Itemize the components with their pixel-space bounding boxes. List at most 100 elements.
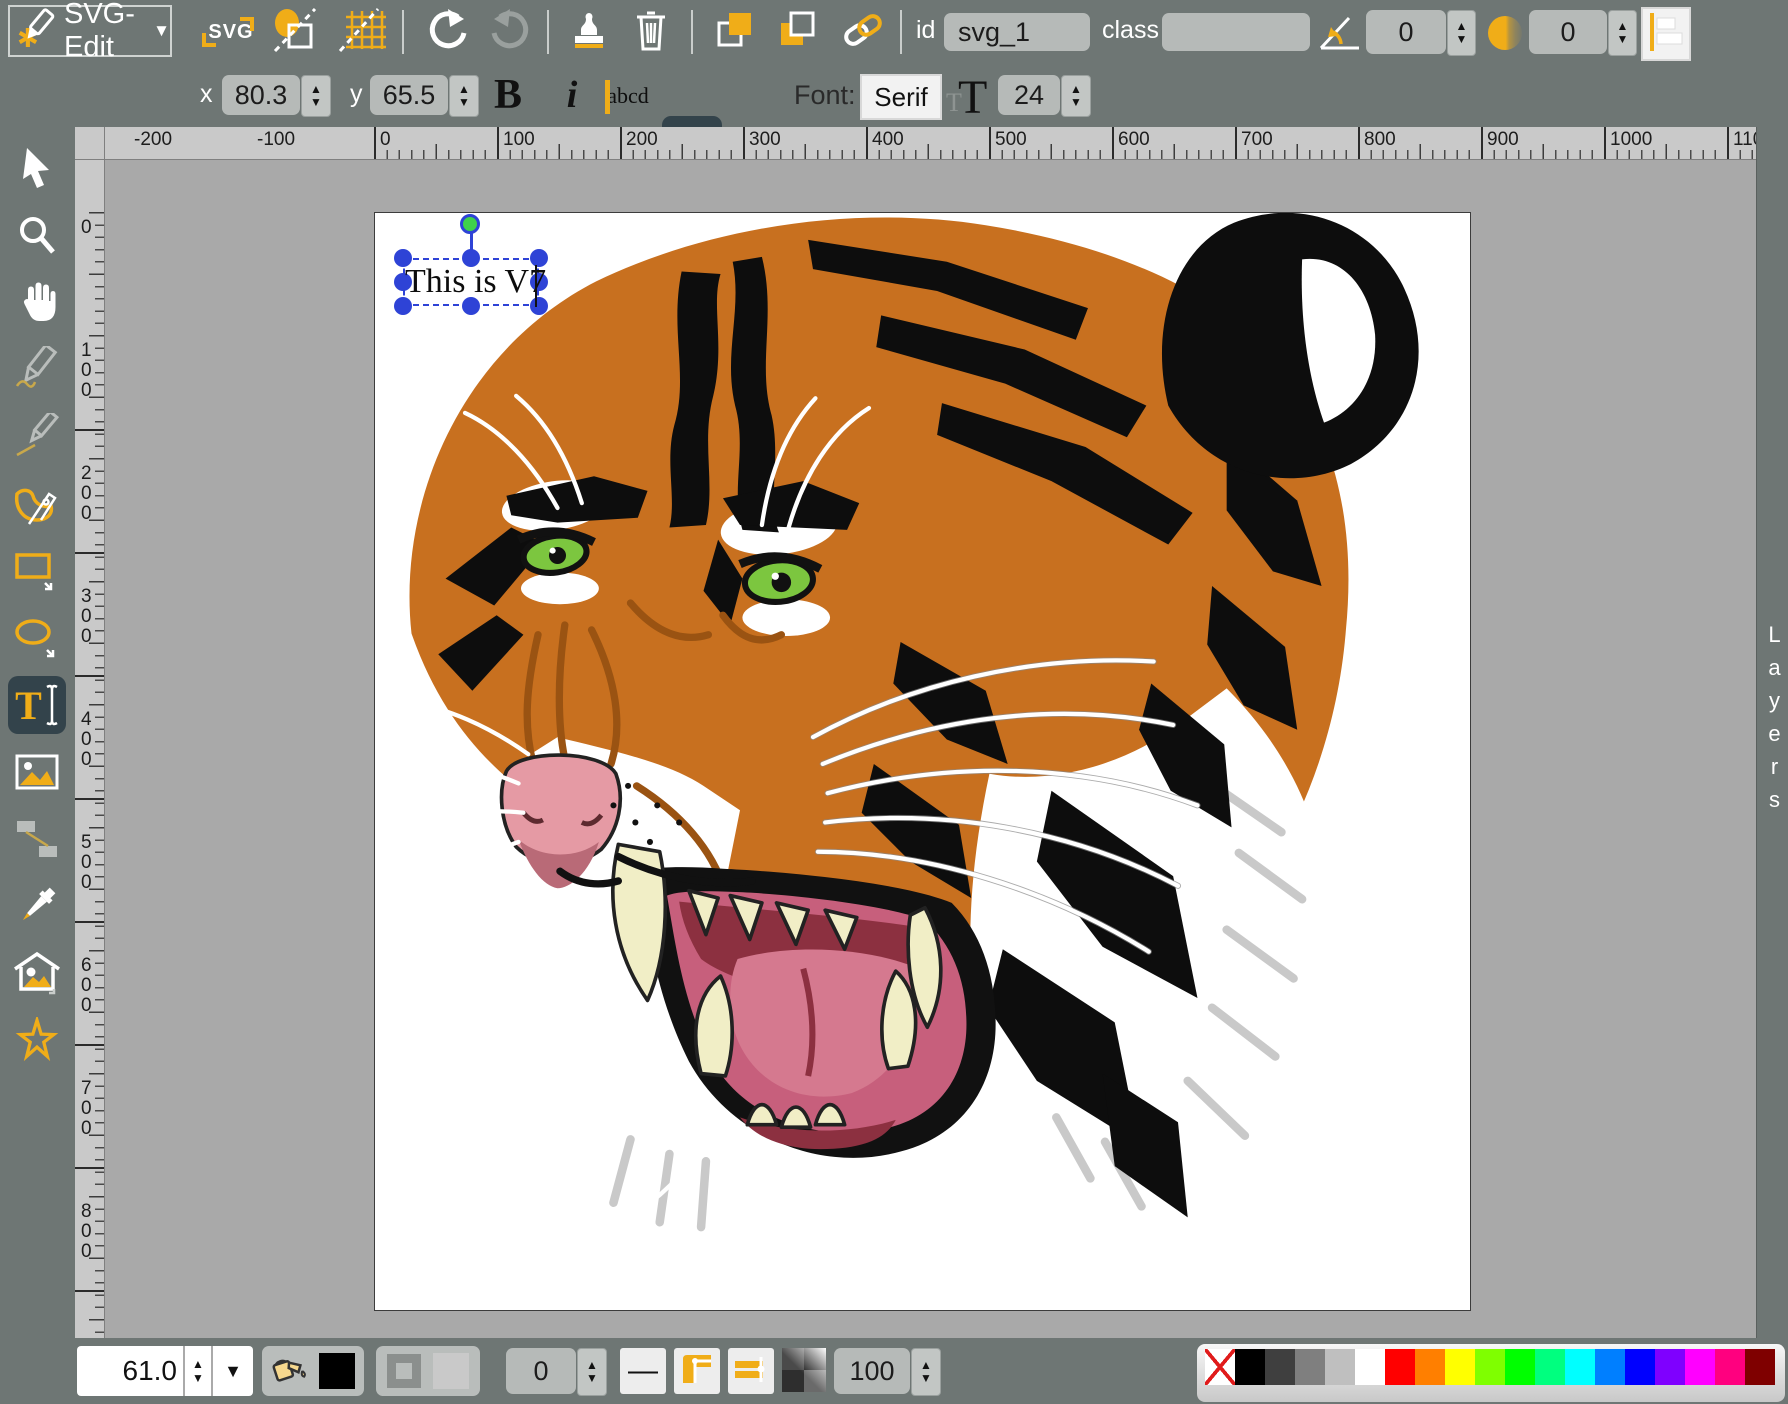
tool-pan[interactable] (8, 274, 66, 332)
stroke-color-swatch[interactable] (433, 1353, 469, 1389)
palette-swatch[interactable] (1325, 1349, 1355, 1385)
solid-dash-icon: — (628, 1354, 658, 1388)
palette-swatch[interactable] (1745, 1349, 1775, 1385)
stroke-color-control[interactable] (376, 1346, 480, 1396)
tool-rectangle[interactable] (8, 542, 66, 600)
palette-swatch[interactable] (1475, 1349, 1505, 1385)
palette-swatch[interactable] (1295, 1349, 1325, 1385)
opacity-spinner[interactable]: ▲▼ (911, 1348, 941, 1396)
snap-grid-button[interactable] (334, 9, 392, 55)
zoom-value[interactable]: 61.0 (77, 1355, 183, 1387)
palette-swatch[interactable] (1385, 1349, 1415, 1385)
palette-swatch[interactable] (1355, 1349, 1385, 1385)
tool-pencil[interactable] (8, 341, 66, 399)
tool-panel: T (0, 127, 75, 1338)
italic-icon: i (567, 73, 578, 117)
tool-select[interactable] (8, 140, 66, 198)
zoom-control[interactable]: 61.0 ▲▼ ▼ (77, 1346, 253, 1396)
move-to-top-button[interactable] (706, 9, 764, 55)
y-input[interactable]: 65.5 (370, 75, 448, 115)
font-family-button[interactable]: Serif (860, 74, 942, 120)
tool-connector[interactable] (8, 810, 66, 868)
undo-button[interactable] (418, 9, 476, 55)
y-spinner[interactable]: ▲▼ (449, 75, 479, 117)
zoom-dropdown-arrow-icon[interactable]: ▼ (213, 1361, 253, 1382)
app-title: SVG-Edit (64, 0, 145, 64)
tool-zoom[interactable] (8, 207, 66, 265)
move-top-icon (713, 7, 757, 58)
tool-star[interactable] (8, 1011, 66, 1069)
h-ruler-label: 1000 (1610, 130, 1652, 150)
align-button[interactable] (1641, 7, 1691, 61)
text-cursor-icon (45, 684, 59, 726)
palette-swatch[interactable] (1235, 1349, 1265, 1385)
angle-spinner[interactable]: ▲▼ (1447, 10, 1476, 56)
palette-swatch[interactable] (1415, 1349, 1445, 1385)
edit-source-button[interactable]: SVG (202, 9, 260, 55)
vertical-ruler: 01 0 02 0 03 0 04 0 05 0 06 0 07 0 08 0 … (75, 160, 105, 1338)
wireframe-mode-button[interactable] (266, 9, 324, 55)
fill-color-control[interactable] (262, 1346, 364, 1396)
blur-input[interactable]: 0 (1529, 10, 1607, 54)
rotate-handle[interactable] (460, 214, 480, 234)
redo-button[interactable] (482, 9, 540, 55)
palette-swatch[interactable] (1565, 1349, 1595, 1385)
bold-button[interactable]: B (482, 68, 534, 122)
tool-ellipse[interactable] (8, 609, 66, 667)
palette-swatch[interactable] (1595, 1349, 1625, 1385)
palette-swatch[interactable] (1445, 1349, 1475, 1385)
stroke-width-spinner[interactable]: ▲▼ (577, 1348, 607, 1396)
tool-path[interactable] (8, 475, 66, 533)
opacity-input[interactable]: 100 (834, 1348, 910, 1394)
text-anchor-start-button[interactable]: abcd (604, 72, 652, 120)
blur-spinner[interactable]: ▲▼ (1608, 10, 1637, 56)
bottom-toolbar: 61.0 ▲▼ ▼ (0, 1338, 1788, 1404)
make-link-button[interactable] (834, 9, 892, 55)
x-input[interactable]: 80.3 (222, 75, 300, 115)
stroke-width-input[interactable]: 0 (506, 1348, 576, 1394)
h-ruler-label: 200 (626, 130, 658, 150)
tool-eyedropper[interactable] (8, 877, 66, 935)
italic-button[interactable]: i (548, 68, 596, 122)
delete-button[interactable] (622, 9, 680, 55)
linejoin-miter-icon (679, 1351, 715, 1392)
tool-text[interactable]: T (8, 676, 66, 734)
main-menu-button[interactable]: ✱ SVG-Edit ▼ (8, 5, 172, 57)
tiger-artwork[interactable] (375, 213, 1470, 1310)
layers-panel-toggle[interactable]: Layers (1756, 127, 1788, 1338)
tool-image[interactable] (8, 743, 66, 801)
bold-icon: B (494, 71, 522, 119)
linejoin-button[interactable] (674, 1348, 720, 1394)
palette-swatch[interactable] (1625, 1349, 1655, 1385)
palette-swatch[interactable] (1505, 1349, 1535, 1385)
font-size-spinner[interactable]: ▲▼ (1061, 75, 1091, 117)
layers-panel-title: Layers (1761, 622, 1787, 820)
x-spinner[interactable]: ▲▼ (301, 75, 331, 117)
font-size-input[interactable]: 24 (998, 75, 1060, 115)
fill-color-swatch[interactable] (319, 1353, 355, 1389)
id-input[interactable]: svg_1 (944, 13, 1090, 51)
svg-canvas[interactable]: This is V7 (374, 212, 1471, 1311)
linecap-button[interactable] (728, 1348, 774, 1394)
connector-icon (13, 817, 61, 861)
palette-swatch[interactable] (1535, 1349, 1565, 1385)
toolbar-separator (402, 10, 404, 54)
palette-swatch[interactable] (1655, 1349, 1685, 1385)
tool-line[interactable] (8, 408, 66, 466)
palette-swatch[interactable] (1685, 1349, 1715, 1385)
clone-button[interactable] (560, 9, 618, 55)
palette-swatch[interactable] (1265, 1349, 1295, 1385)
h-ruler-label: 300 (749, 130, 781, 150)
angle-input[interactable]: 0 (1366, 10, 1446, 54)
v-ruler-label: 3 0 0 (81, 587, 92, 647)
font-label: Font: (794, 80, 856, 111)
move-to-bottom-button[interactable] (768, 9, 826, 55)
stroke-dash-button[interactable]: — (620, 1348, 666, 1394)
tool-shape-library[interactable] (8, 944, 66, 1002)
v-ruler-label: 6 0 0 (81, 956, 92, 1016)
palette-swatch-none[interactable] (1205, 1349, 1235, 1385)
class-input[interactable] (1162, 13, 1310, 51)
canvas-text-element[interactable]: This is V7 (405, 263, 546, 301)
palette-swatch[interactable] (1715, 1349, 1745, 1385)
zoom-spinner[interactable]: ▲▼ (183, 1346, 213, 1396)
